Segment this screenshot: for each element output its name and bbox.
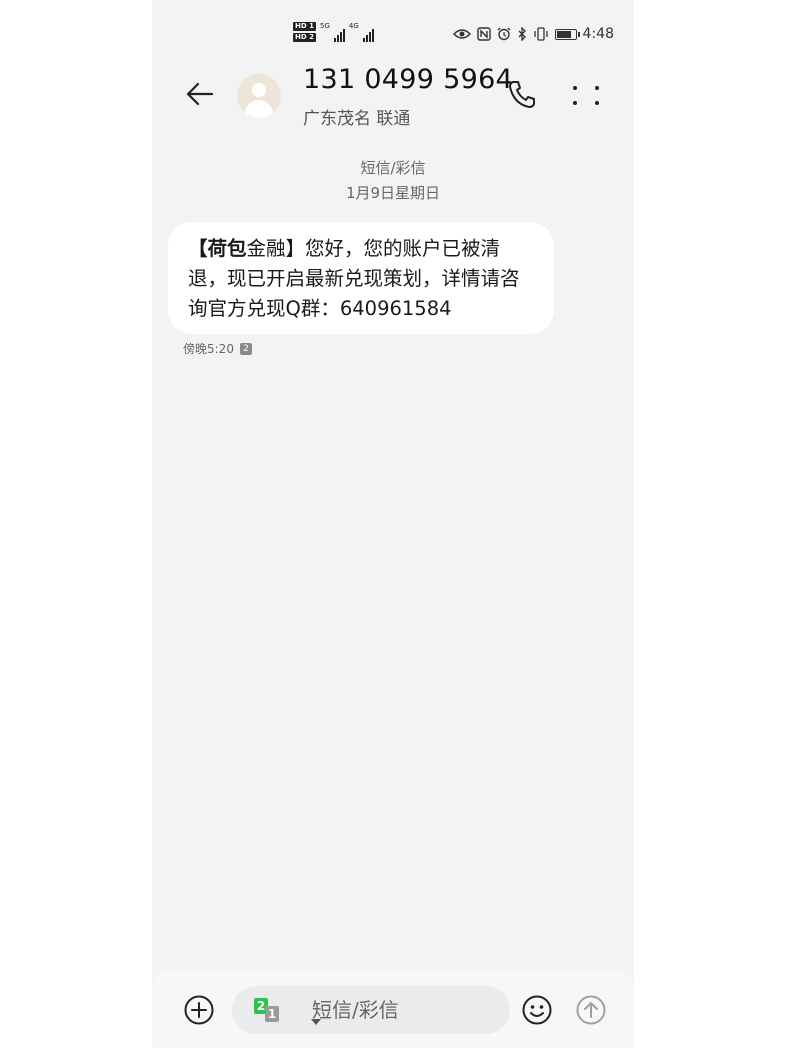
back-button[interactable]: [182, 76, 218, 112]
smiley-icon: [522, 995, 552, 1025]
thread-type-label: 短信/彩信: [360, 159, 426, 177]
thread-date-label: 1月9日星期日: [345, 184, 441, 202]
message-input[interactable]: 2 1 短信/彩信: [232, 986, 510, 1034]
sim-selector[interactable]: 2 1: [254, 998, 321, 1025]
emoji-button[interactable]: [521, 994, 553, 1026]
plus-circle-icon: [184, 995, 214, 1025]
conversation-header: 131 0499 5964 广东茂名 联通: [152, 62, 634, 132]
phone-screen: HD 1 HD 2 5G 4G 4:48 131 0499 5964 广东茂名 …: [152, 0, 634, 1048]
contact-number: 131 0499 5964: [303, 64, 514, 95]
battery-icon: [554, 28, 580, 40]
signal-bars-1-icon: [333, 28, 345, 42]
arrow-up-circle-icon: [576, 995, 606, 1025]
message-meta: 傍晚5:20 2: [183, 340, 252, 357]
arrow-left-icon: [186, 82, 214, 106]
call-button[interactable]: [504, 76, 540, 112]
hd-badge-1: HD 1: [293, 22, 316, 31]
add-attachment-button[interactable]: [183, 994, 215, 1026]
contact-avatar[interactable]: [237, 74, 281, 118]
vibrate-icon: [533, 27, 548, 41]
contact-location: 广东茂名 联通: [303, 109, 411, 129]
status-icons: 4:48: [452, 26, 614, 42]
send-button[interactable]: [575, 994, 607, 1026]
sim-badge: 2: [239, 342, 252, 355]
status-time: 4:48: [582, 26, 614, 42]
signal-bars-2-icon: [362, 28, 374, 42]
alarm-icon: [497, 27, 511, 41]
phone-icon: [509, 81, 535, 108]
more-options-button[interactable]: [569, 76, 605, 112]
bluetooth-icon: [518, 27, 526, 41]
hd-badges: HD 1 HD 2: [293, 22, 316, 42]
compose-bar: 2 1 短信/彩信: [152, 970, 634, 1048]
hd-badge-2: HD 2: [293, 33, 316, 42]
message-bold-prefix: 【荷包: [188, 237, 247, 260]
nfc-icon: [476, 27, 491, 41]
network-type-1: 5G: [319, 22, 330, 30]
status-bar: HD 1 HD 2 5G 4G 4:48: [152, 0, 634, 70]
network-type-2: 4G: [348, 22, 359, 30]
message-time: 傍晚5:20: [183, 342, 234, 356]
signal-cluster: HD 1 HD 2 5G 4G: [293, 22, 374, 42]
message-input-placeholder: 短信/彩信: [312, 998, 399, 1022]
message-bubble[interactable]: 【荷包金融】您好，您的账户已被清退，现已开启最新兑现策划，详情请咨询官方兑现Q群…: [168, 222, 554, 334]
sim-back-badge: 1: [265, 1006, 279, 1022]
eye-icon: [452, 29, 471, 39]
